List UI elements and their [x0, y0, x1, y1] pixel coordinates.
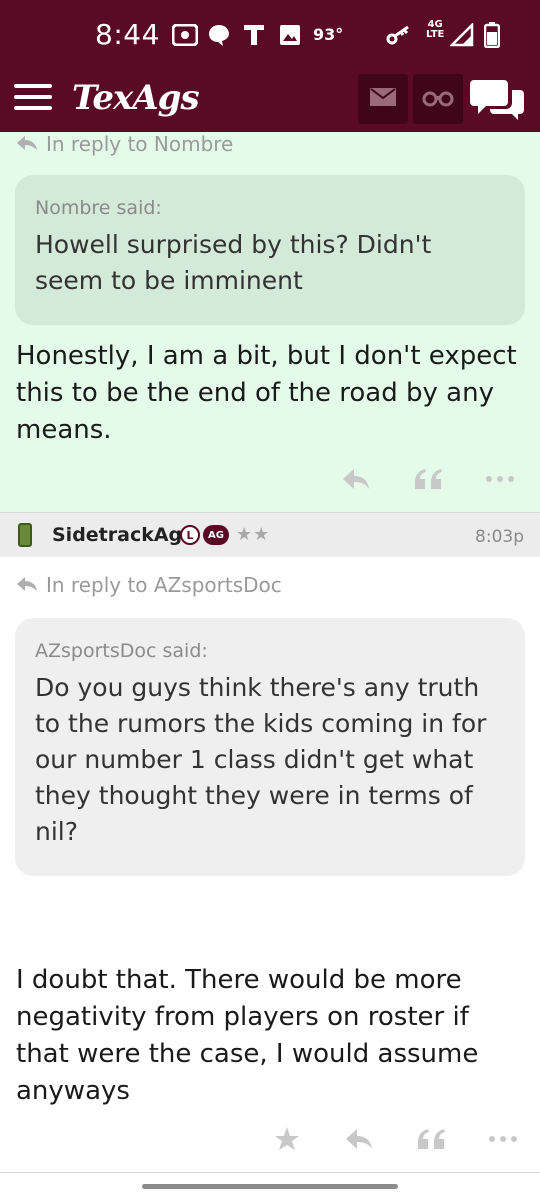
- radio-icon: [172, 22, 198, 48]
- network-bottom: LTE: [426, 29, 445, 40]
- more-icon[interactable]: [480, 462, 520, 496]
- t-mobile-icon: [243, 22, 265, 48]
- quote-icon[interactable]: [411, 1122, 451, 1156]
- message-icon: [207, 22, 231, 48]
- post-actions: [336, 462, 520, 496]
- divider: [0, 1172, 540, 1173]
- post-author-row: SidetrackAg L AG ★★ 8:03p: [0, 512, 540, 557]
- quote-text: Howell surprised by this? Didn't seem to…: [35, 230, 432, 295]
- reply-to-text: In reply to AZsportsDoc: [46, 573, 282, 597]
- menu-icon[interactable]: [14, 84, 52, 114]
- app-header: TexAgs: [0, 70, 540, 132]
- reply-to-link[interactable]: In reply to AZsportsDoc: [16, 573, 282, 597]
- status-time: 8:44: [95, 18, 160, 51]
- username[interactable]: SidetrackAg: [52, 524, 182, 546]
- user-stars: ★★: [236, 524, 271, 545]
- binoculars-icon: [422, 87, 454, 111]
- post-actions: [267, 1122, 523, 1156]
- binoculars-button[interactable]: [413, 74, 463, 124]
- reply-to-link[interactable]: In reply to Nombre: [16, 132, 233, 156]
- mail-button[interactable]: [358, 74, 408, 124]
- gesture-bar[interactable]: [142, 1184, 398, 1189]
- post-highlighted: In reply to Nombre Nombre said: Howell s…: [0, 132, 540, 512]
- quote-box: AZsportsDoc said: Do you guys think ther…: [15, 618, 525, 876]
- quote-author: Nombre said:: [35, 197, 162, 219]
- post-time: 8:03p: [475, 527, 524, 547]
- temperature: 93°: [313, 25, 344, 44]
- mail-icon: [369, 87, 397, 111]
- chat-icon[interactable]: [470, 76, 526, 124]
- reply-arrow-icon: [16, 573, 38, 597]
- image-icon: [279, 22, 301, 48]
- logo[interactable]: TexAgs: [72, 78, 200, 118]
- badge-l: L: [180, 525, 200, 545]
- star-icon[interactable]: [267, 1122, 307, 1156]
- quote-text: Do you guys think there's any truth to t…: [35, 673, 487, 846]
- quote-box: Nombre said: Howell surprised by this? D…: [15, 175, 525, 325]
- more-icon[interactable]: [483, 1122, 523, 1156]
- status-bar: 8:44 93° 4G LTE: [0, 0, 540, 70]
- post-body: I doubt that. There would be more negati…: [16, 965, 479, 1106]
- reply-arrow-icon: [16, 132, 38, 156]
- key-icon: [386, 22, 412, 48]
- badge-ag: AG: [203, 525, 229, 545]
- quote-author: AZsportsDoc said:: [35, 640, 208, 662]
- signal-icon: [450, 22, 474, 48]
- reply-icon[interactable]: [336, 462, 376, 496]
- quote-icon[interactable]: [408, 462, 448, 496]
- network-type: 4G LTE: [426, 20, 444, 40]
- battery-icon: [484, 22, 500, 48]
- post-body: Honestly, I am a bit, but I don't expect…: [16, 341, 517, 445]
- reply-icon[interactable]: [339, 1122, 379, 1156]
- phone-icon: [18, 523, 32, 547]
- reply-to-text: In reply to Nombre: [46, 132, 234, 156]
